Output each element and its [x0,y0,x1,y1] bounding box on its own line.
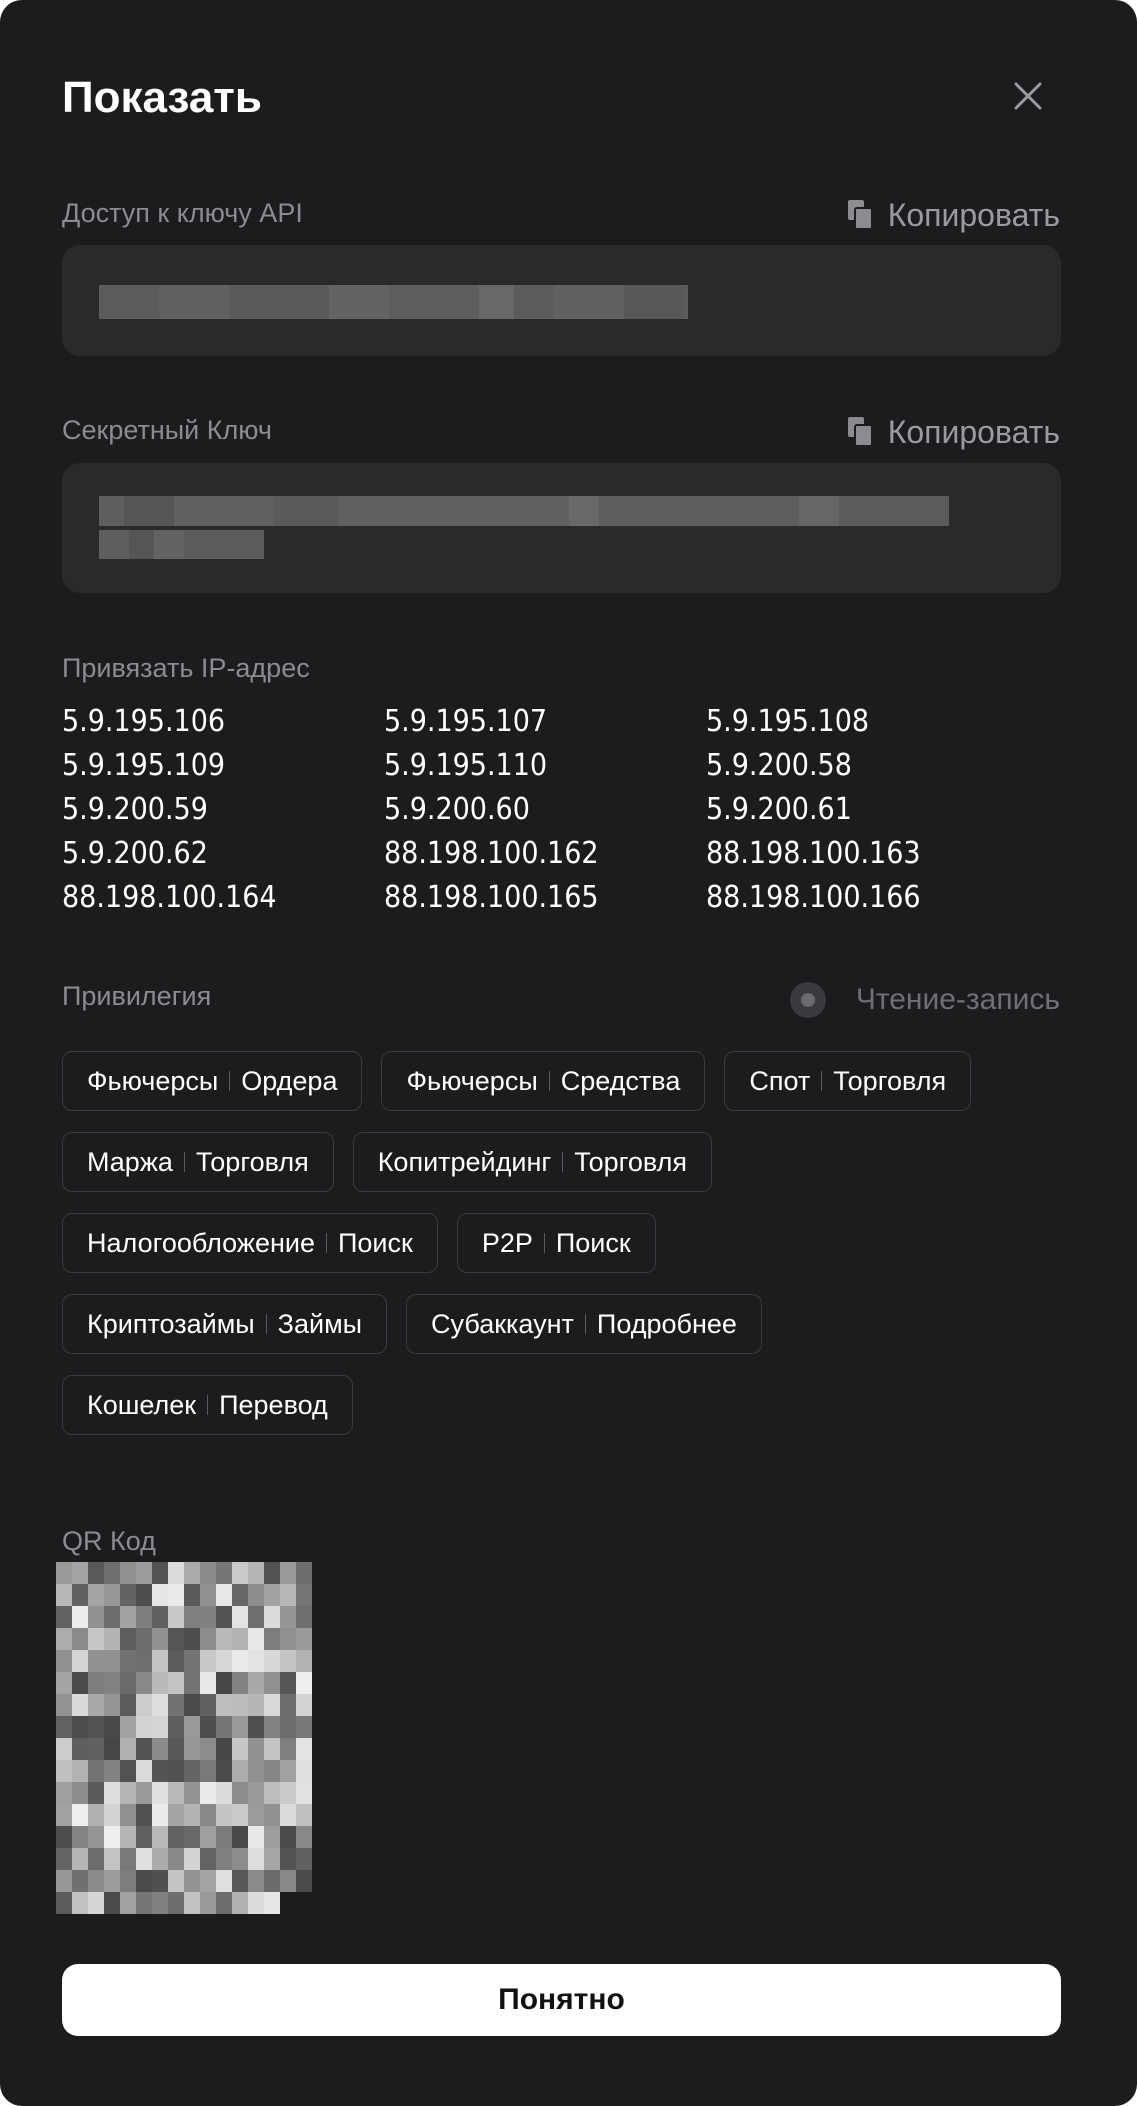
privilege-permission: Средства [560,1065,681,1096]
privilege-permission: Торговля [195,1146,309,1177]
ip-address: 5.9.195.108 [706,704,870,739]
divider [562,1152,564,1172]
ip-address: 5.9.195.106 [62,704,226,739]
divider [325,1233,327,1253]
privilege-chip: Маржа Торговля [62,1132,334,1192]
divider [183,1152,185,1172]
privilege-row: Фьючерсы Ордера Фьючерсы Средства Спот Торг… [62,1051,1072,1113]
privilege-permission: Торговля [574,1146,688,1177]
ip-address: 5.9.200.62 [62,836,208,871]
privilege-name: Копитрейдинг [377,1146,552,1177]
secret-key-copy-button[interactable]: Копировать [847,412,1060,452]
privilege-chip: Субаккаунт Подробнее [406,1294,762,1354]
radio-icon [789,982,826,1018]
divider [265,1314,267,1334]
confirm-button[interactable]: Понятно [62,1964,1061,2036]
ip-address: 88.198.100.163 [706,836,921,871]
copy-icon [847,200,873,230]
secret-key-field[interactable] [62,463,1061,593]
privilege-name: Маржа [87,1146,173,1177]
privilege-name: P2P [481,1227,533,1258]
close-icon[interactable] [1012,80,1044,112]
privilege-name: Налогообложение [87,1227,315,1258]
divider [584,1314,586,1334]
ip-address: 88.198.100.164 [62,880,277,915]
divider [543,1233,545,1253]
ip-address-list: 5.9.195.106 5.9.195.107 5.9.195.108 5.9.… [62,700,1062,920]
qr-code-label: QR Код [62,1526,156,1556]
privilege-permission: Подробнее [596,1308,737,1339]
privilege-name: Субаккаунт [431,1308,574,1339]
privilege-name: Фьючерсы [406,1065,538,1096]
ip-address: 5.9.200.59 [62,792,208,827]
privilege-name: Фьючерсы [87,1065,219,1096]
modal-title: Показать [62,73,262,122]
api-key-copy-button[interactable]: Копировать [847,195,1060,235]
privilege-permission: Торговля [833,1065,947,1096]
privilege-chip: Фьючерсы Ордера [62,1051,363,1111]
ip-binding-label: Привязать IP-адрес [62,653,310,683]
privilege-permission: Поиск [337,1227,413,1258]
divider [548,1071,550,1091]
privilege-permission: Займы [277,1308,363,1339]
api-key-label: Доступ к ключу API [62,198,303,228]
secret-key-masked-value [99,496,949,526]
divider [821,1071,823,1091]
copy-icon [847,417,873,447]
privilege-chip: Спот Торговля [724,1051,972,1111]
api-key-masked-value [99,285,688,319]
privilege-row: Криптозаймы Займы Субаккаунт Подробнее [62,1294,1072,1356]
privilege-chip: P2P Поиск [456,1213,656,1273]
ip-address: 5.9.200.61 [706,792,852,827]
privilege-row: Кошелек Перевод [62,1375,1072,1437]
privilege-row: Маржа Торговля Копитрейдинг Торговля [62,1132,1072,1194]
privilege-name: Спот [749,1065,811,1096]
ip-address: 5.9.195.107 [384,704,548,739]
ip-address: 5.9.200.58 [706,748,852,783]
divider [229,1071,231,1091]
privilege-permission: Перевод [219,1389,328,1420]
ip-address: 88.198.100.166 [706,880,921,915]
privilege-permission: Поиск [555,1227,631,1258]
privilege-chip: Копитрейдинг Торговля [352,1132,713,1192]
privilege-mode: Чтение-запись [789,980,1060,1020]
privilege-name: Криптозаймы [87,1308,255,1339]
ip-address: 88.198.100.165 [384,880,599,915]
qr-code-image [56,1562,312,1914]
privilege-row: Налогообложение Поиск P2P Поиск [62,1213,1072,1275]
divider [207,1395,209,1415]
secret-key-label: Секретный Ключ [62,415,272,445]
api-key-field[interactable] [62,245,1061,356]
copy-label: Копировать [887,414,1060,450]
ip-address: 5.9.200.60 [384,792,530,827]
show-api-key-modal: Показать Доступ к ключу API Копировать С… [0,0,1137,2106]
privilege-chip: Криптозаймы Займы [62,1294,388,1354]
privilege-name: Кошелек [87,1389,197,1420]
privilege-chip: Фьючерсы Средства [381,1051,706,1111]
ip-address: 5.9.195.110 [384,748,548,783]
privilege-chip: Налогообложение Поиск [62,1213,438,1273]
privilege-permission: Ордера [241,1065,338,1096]
ip-address: 5.9.195.109 [62,748,226,783]
copy-label: Копировать [887,197,1060,233]
privilege-mode-label: Чтение-запись [855,983,1060,1016]
ip-address: 88.198.100.162 [384,836,599,871]
privilege-label: Привилегия [62,981,212,1011]
privilege-chips: Фьючерсы Ордера Фьючерсы Средства Спот Торг… [62,1051,1072,1456]
privilege-chip: Кошелек Перевод [62,1375,353,1435]
